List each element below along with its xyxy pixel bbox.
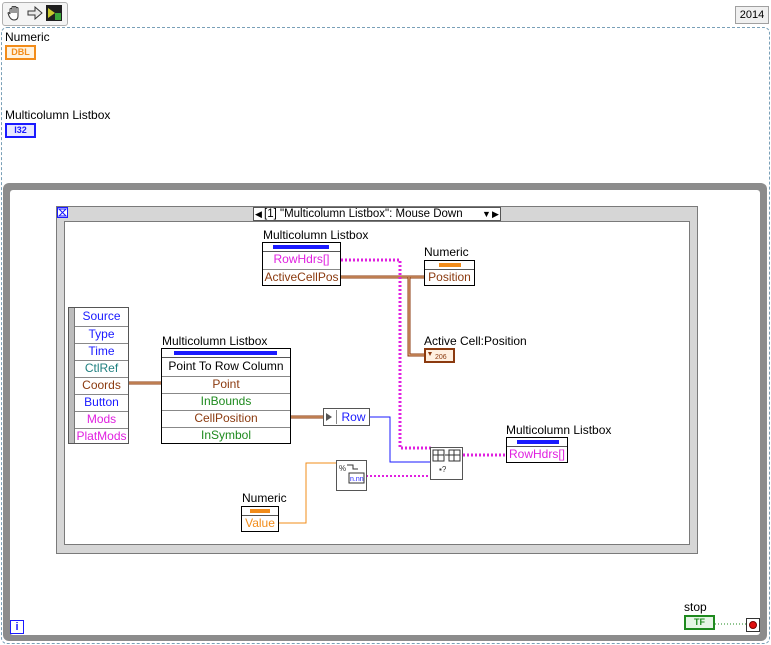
replace-array-subset-node[interactable]: ▪? xyxy=(430,447,463,480)
wire-activecell-indicator xyxy=(407,277,425,357)
property-node-top[interactable]: RowHdrs[] ActiveCellPos xyxy=(262,242,341,286)
property-node-right-label: Multicolumn Listbox xyxy=(506,423,612,437)
property-node-header xyxy=(242,507,278,516)
unbundle-arrow-icon xyxy=(326,413,332,421)
numeric-property-label: Numeric xyxy=(424,245,469,259)
invoke-item-point[interactable]: Point xyxy=(162,376,290,391)
event-data-node[interactable]: Source Type Time CtlRef Coords Button Mo… xyxy=(68,307,129,444)
event-data-item[interactable]: Mods xyxy=(75,411,128,426)
property-item-rowhdrs-right[interactable]: RowHdrs[] xyxy=(507,447,567,461)
numeric-value-label: Numeric xyxy=(242,491,287,505)
invoke-node[interactable]: Point To Row Column Point InBounds CellP… xyxy=(161,348,291,444)
property-node-header xyxy=(263,243,340,252)
property-item-value[interactable]: Value xyxy=(242,516,278,530)
format-into-string-node[interactable]: % n.nn xyxy=(336,460,367,491)
property-item-rowhdrs[interactable]: RowHdrs[] xyxy=(263,252,340,266)
stop-terminal[interactable]: TF xyxy=(684,615,715,630)
event-data-item[interactable]: PlatMods xyxy=(75,428,128,443)
svg-text:206: 206 xyxy=(435,354,447,361)
loop-condition-icon[interactable] xyxy=(746,618,760,632)
invoke-item-cellposition[interactable]: CellPosition xyxy=(162,410,290,425)
property-item-activecellpos[interactable]: ActiveCellPos xyxy=(263,269,340,284)
unbundle-item-row[interactable]: Row xyxy=(336,410,370,424)
invoke-item-inbounds[interactable]: InBounds xyxy=(162,393,290,408)
property-item-position[interactable]: Position xyxy=(425,270,474,284)
active-cell-indicator[interactable]: 206 xyxy=(424,348,455,363)
unbundle-node[interactable]: Row xyxy=(323,408,370,426)
property-node-header xyxy=(425,261,474,270)
event-data-item[interactable]: CtlRef xyxy=(75,360,128,375)
svg-text:%: % xyxy=(339,464,346,473)
wire-value-format xyxy=(278,462,336,524)
property-node-top-label: Multicolumn Listbox xyxy=(263,228,369,242)
invoke-item-insymbol[interactable]: InSymbol xyxy=(162,427,290,442)
property-node-right[interactable]: RowHdrs[] xyxy=(506,437,568,463)
event-data-item[interactable]: Source xyxy=(75,309,128,323)
active-cell-label: Active Cell:Position xyxy=(424,334,527,348)
stop-label: stop xyxy=(684,600,707,614)
event-data-item[interactable]: Time xyxy=(75,343,128,358)
event-data-item[interactable]: Type xyxy=(75,326,128,341)
svg-text:n.nn: n.nn xyxy=(350,476,364,483)
invoke-method-name[interactable]: Point To Row Column xyxy=(162,359,290,373)
invoke-node-header xyxy=(162,349,290,358)
event-data-item[interactable]: Button xyxy=(75,394,128,409)
property-node-header xyxy=(507,438,567,447)
event-data-item[interactable]: Coords xyxy=(75,377,128,392)
svg-text:▪?: ▪? xyxy=(439,465,447,474)
invoke-node-label: Multicolumn Listbox xyxy=(162,334,268,348)
numeric-value-node[interactable]: Value xyxy=(241,506,279,532)
numeric-property-node[interactable]: Position xyxy=(424,260,475,286)
wire-row-index xyxy=(370,416,431,463)
iteration-terminal[interactable]: i xyxy=(10,620,24,634)
